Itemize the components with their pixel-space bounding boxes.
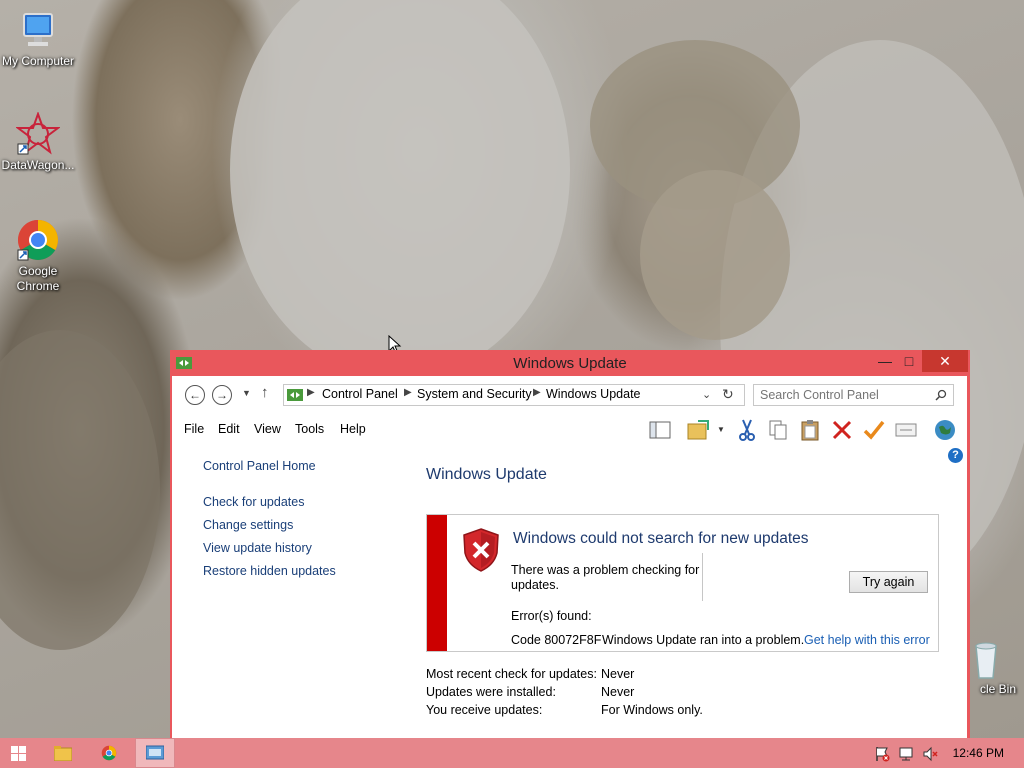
search-icon[interactable] — [935, 389, 947, 401]
check-for-updates-link[interactable]: Check for updates — [203, 495, 304, 509]
paste-icon[interactable] — [798, 418, 822, 442]
divider — [702, 553, 703, 601]
volume-muted-icon[interactable] — [922, 746, 938, 762]
info-value-receive: For Windows only. — [601, 703, 703, 717]
taskbar: 12:46 PM — [0, 738, 1024, 768]
window-title: Windows Update — [513, 355, 627, 372]
layout-pane-icon[interactable] — [648, 418, 672, 442]
window-content: ← → ▼ ↑ ▶ Control Panel ▶ System and Sec… — [172, 376, 967, 738]
properties-icon[interactable] — [894, 418, 918, 442]
menu-edit[interactable]: Edit — [218, 422, 240, 436]
recent-pages-dropdown-icon[interactable]: ▼ — [242, 388, 251, 398]
menu-file[interactable]: File — [184, 422, 204, 436]
menu-bar: File Edit View Tools Help ▼ — [172, 414, 967, 444]
chrome-icon — [101, 745, 117, 761]
menu-help[interactable]: Help — [340, 422, 366, 436]
action-center-flag-icon[interactable] — [874, 746, 890, 762]
info-label-receive: You receive updates: — [426, 703, 543, 717]
datawagon-icon — [15, 111, 61, 156]
control-panel-home-link[interactable]: Control Panel Home — [203, 459, 316, 473]
wallpaper-shape — [230, 0, 570, 380]
windows-update-window[interactable]: Windows Update — □ ✕ ← → ▼ ↑ ▶ Control P… — [170, 350, 970, 738]
taskbar-file-explorer[interactable] — [44, 738, 84, 768]
breadcrumb-separator-icon: ▶ — [307, 387, 315, 398]
restore-hidden-updates-link[interactable]: Restore hidden updates — [203, 564, 336, 578]
checkmark-icon[interactable] — [862, 418, 886, 442]
folder-icon — [54, 746, 72, 761]
try-again-button[interactable]: Try again — [849, 571, 928, 593]
delete-icon[interactable] — [830, 418, 854, 442]
close-button[interactable]: ✕ — [922, 350, 968, 372]
menu-tools[interactable]: Tools — [295, 422, 324, 436]
taskbar-clock[interactable]: 12:46 PM — [953, 746, 1004, 760]
error-shield-icon — [463, 528, 499, 572]
cut-icon[interactable] — [735, 418, 759, 442]
view-update-history-link[interactable]: View update history — [203, 541, 312, 555]
navigation-bar: ← → ▼ ↑ ▶ Control Panel ▶ System and Sec… — [172, 376, 967, 414]
error-title: Windows could not search for new updates — [513, 530, 809, 547]
info-value-recent-check: Never — [601, 667, 635, 681]
desktop-icon-datawagon[interactable]: DataWagon... — [0, 111, 76, 173]
breadcrumb-windows-update[interactable]: Windows Update — [546, 387, 641, 401]
desktop-icon-google-chrome[interactable]: Google Chrome — [0, 218, 76, 294]
back-button[interactable]: ← — [185, 385, 205, 405]
breadcrumb-control-panel[interactable]: Control Panel — [322, 387, 398, 401]
help-icon[interactable]: ? — [948, 448, 963, 463]
maximize-button[interactable]: □ — [894, 350, 924, 372]
info-label-installed: Updates were installed: — [426, 685, 556, 699]
chrome-icon — [16, 218, 60, 262]
folder-options-dropdown-icon[interactable]: ▼ — [717, 425, 725, 434]
wallpaper-shape — [0, 330, 160, 650]
windows-logo-icon — [11, 746, 26, 761]
info-label-recent-check: Most recent check for updates: — [426, 667, 597, 681]
taskbar-chrome[interactable] — [90, 738, 130, 768]
desktop-icon-label: My Computer — [1, 54, 75, 68]
get-help-link[interactable]: Get help with this error — [804, 633, 930, 647]
menu-view[interactable]: View — [254, 422, 281, 436]
desktop-icon-label: Google Chrome — [16, 264, 60, 293]
page-title: Windows Update — [426, 466, 547, 483]
recycle-bin-icon — [964, 636, 1008, 680]
folder-options-icon[interactable] — [686, 418, 710, 442]
title-bar[interactable]: Windows Update — □ ✕ — [170, 350, 970, 376]
info-value-installed: Never — [601, 685, 635, 699]
error-message-line1: There was a problem checking for — [511, 563, 700, 577]
breadcrumb-separator-icon: ▶ — [404, 387, 412, 398]
error-code: Code 80072F8F — [511, 633, 602, 647]
computer-icon — [16, 8, 60, 52]
wallpaper-shape — [640, 170, 790, 340]
control-panel-icon — [287, 389, 303, 401]
breadcrumb-separator-icon: ▶ — [533, 387, 541, 398]
copy-icon[interactable] — [766, 418, 790, 442]
control-panel-icon — [146, 745, 164, 760]
search-box[interactable] — [753, 384, 954, 406]
search-input[interactable] — [760, 387, 930, 403]
error-description: Windows Update ran into a problem. — [602, 633, 805, 647]
refresh-icon[interactable]: ↻ — [722, 386, 734, 403]
desktop-icon-my-computer[interactable]: My Computer — [0, 8, 76, 69]
error-message-line2: updates. — [511, 578, 559, 592]
errors-found-label: Error(s) found: — [511, 609, 592, 623]
taskbar-control-panel-active[interactable] — [135, 738, 175, 768]
error-stripe — [427, 515, 447, 651]
desktop-icon-label: DataWagon... — [1, 158, 75, 172]
forward-button[interactable]: → — [212, 385, 232, 405]
breadcrumb-system-and-security[interactable]: System and Security — [417, 387, 532, 401]
address-bar[interactable]: ▶ Control Panel ▶ System and Security ▶ … — [283, 384, 745, 406]
up-arrow-button[interactable]: ↑ — [261, 384, 269, 401]
error-panel: Windows could not search for new updates… — [426, 514, 939, 652]
change-settings-link[interactable]: Change settings — [203, 518, 293, 532]
start-button[interactable] — [0, 738, 40, 768]
network-icon[interactable] — [898, 746, 914, 762]
address-dropdown-icon[interactable]: ⌄ — [702, 388, 711, 401]
globe-icon[interactable] — [933, 418, 957, 442]
